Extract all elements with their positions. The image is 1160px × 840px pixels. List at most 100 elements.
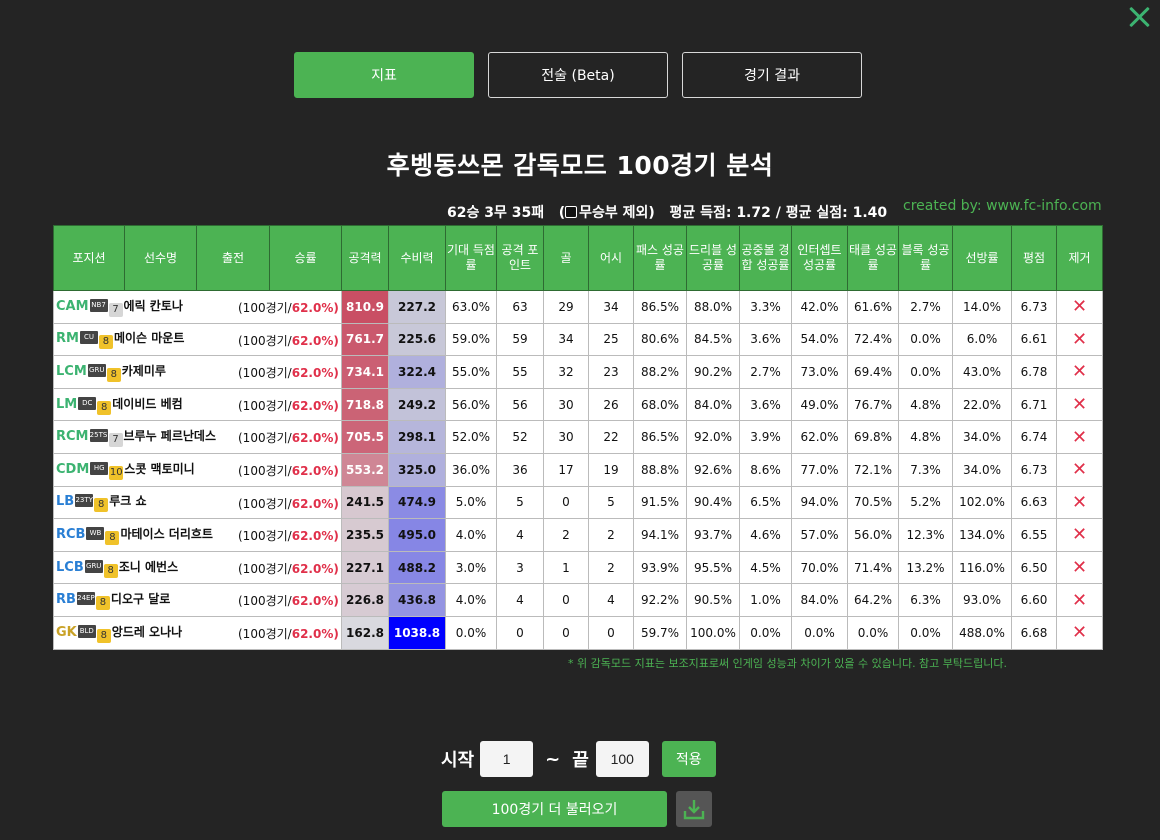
games-winrate: (100경기/62.0%): [238, 299, 339, 316]
attack-cell: 553.2: [341, 452, 389, 487]
player-info-cell[interactable]: LCM GRU 8 카제미루 (100경기/62.0%): [53, 355, 342, 389]
player-info-cell[interactable]: CDM HG 10 스콧 맥토미니 (100경기/62.0%): [53, 452, 342, 487]
download-button[interactable]: [676, 791, 712, 827]
tab-match-results[interactable]: 경기 결과: [682, 52, 862, 98]
games-winrate: (100경기/62.0%): [238, 527, 339, 544]
intercept-cell: 42.0%: [791, 290, 848, 324]
intercept-cell: 57.0%: [791, 518, 848, 552]
goals-cell: 2: [543, 518, 589, 552]
save-cell: 34.0%: [952, 420, 1012, 454]
assists-cell: 34: [588, 290, 634, 324]
remove-cell: ✕: [1056, 387, 1103, 422]
player-info-cell[interactable]: RM CU 8 메이슨 마운트 (100경기/62.0%): [53, 322, 342, 357]
tab-tactics[interactable]: 전술 (Beta): [488, 52, 668, 98]
rating-cell: 6.61: [1011, 322, 1057, 357]
remove-icon[interactable]: ✕: [1072, 329, 1087, 350]
close-icon[interactable]: [1126, 4, 1152, 30]
games-count: (100경기/: [238, 366, 292, 381]
player-info-cell[interactable]: LM DC 8 데이비드 베컴 (100경기/62.0%): [53, 387, 342, 422]
games-winrate: (100경기/62.0%): [238, 625, 339, 642]
player-name: 스콧 맥토미니: [124, 461, 195, 476]
rating-cell: 6.71: [1011, 387, 1057, 422]
col-header: 공격력: [341, 225, 389, 291]
end-input[interactable]: [595, 741, 649, 777]
games-winrate: (100경기/62.0%): [238, 560, 339, 577]
enhance-level-badge: 8: [97, 400, 112, 415]
defense-cell: 298.1: [388, 420, 446, 454]
player-name: 디오구 달로: [110, 592, 171, 607]
game-range-controls: 시작 ~ 끝 적용: [441, 741, 716, 777]
assists-cell: 4: [588, 583, 634, 617]
credit-link[interactable]: created by: www.fc-info.com: [903, 198, 1102, 214]
rating-cell: 6.73: [1011, 452, 1057, 487]
dribble-cell: 88.0%: [686, 290, 740, 324]
remove-icon[interactable]: ✕: [1072, 427, 1087, 448]
ap-cell: 5: [496, 485, 544, 520]
apply-button[interactable]: 적용: [661, 741, 716, 777]
position-label: RB: [56, 592, 76, 608]
ap-cell: 3: [496, 550, 544, 585]
attack-cell: 227.1: [341, 550, 389, 585]
remove-icon[interactable]: ✕: [1072, 492, 1087, 513]
pass-cell: 68.0%: [633, 387, 687, 422]
player-info-cell[interactable]: GK BLD 8 앙드레 오나나 (100경기/62.0%): [53, 615, 342, 650]
player-info-cell[interactable]: RCM25TS 7 브루누 페르난데스 (100경기/62.0%): [53, 420, 342, 454]
season-badge-icon: 25TS: [89, 429, 108, 443]
remove-icon[interactable]: ✕: [1072, 296, 1087, 317]
save-cell: 102.0%: [952, 485, 1012, 520]
intercept-cell: 84.0%: [791, 583, 848, 617]
remove-icon[interactable]: ✕: [1072, 557, 1087, 578]
col-header: 드리블 성공률: [686, 225, 740, 291]
checkbox-icon: [565, 206, 578, 218]
assists-cell: 22: [588, 420, 634, 454]
remove-icon[interactable]: ✕: [1072, 459, 1087, 480]
games-winrate: (100경기/62.0%): [238, 397, 339, 414]
games-count: (100경기/: [238, 496, 292, 511]
season-badge-icon: GRU: [87, 363, 106, 377]
remove-cell: ✕: [1056, 420, 1103, 454]
dribble-cell: 90.2%: [686, 355, 740, 389]
dribble-cell: 95.5%: [686, 550, 740, 585]
col-header: 골: [543, 225, 589, 291]
attack-cell: 241.5: [341, 485, 389, 520]
position-label: CAM: [56, 298, 89, 314]
ap-cell: 36: [496, 452, 544, 487]
games-count: (100경기/: [238, 594, 292, 609]
save-cell: 93.0%: [952, 583, 1012, 617]
remove-icon[interactable]: ✕: [1072, 394, 1087, 415]
col-header: 태클 성공률: [847, 225, 899, 291]
remove-icon[interactable]: ✕: [1072, 361, 1087, 382]
download-icon: [683, 800, 705, 820]
col-header: 어시: [588, 225, 634, 291]
col-header: 포지션: [53, 225, 125, 291]
ap-cell: 56: [496, 387, 544, 422]
goals-cell: 1: [543, 550, 589, 585]
remove-icon[interactable]: ✕: [1072, 524, 1087, 545]
rating-cell: 6.68: [1011, 615, 1057, 650]
block-cell: 2.7%: [898, 290, 953, 324]
player-info-cell[interactable]: RB24EP 8 디오구 달로 (100경기/62.0%): [53, 583, 342, 617]
enhance-level-badge: 7: [108, 433, 123, 448]
player-info-cell[interactable]: LCB GRU 8 조니 에번스 (100경기/62.0%): [53, 550, 342, 585]
pass-cell: 91.5%: [633, 485, 687, 520]
defense-cell: 495.0: [388, 518, 446, 552]
pass-cell: 88.8%: [633, 452, 687, 487]
games-count: (100경기/: [238, 529, 292, 544]
player-info-cell[interactable]: LB23TY 8 루크 쇼 (100경기/62.0%): [53, 485, 342, 520]
start-input[interactable]: [480, 741, 534, 777]
remove-icon[interactable]: ✕: [1072, 622, 1087, 643]
load-more-button[interactable]: 100경기 더 불러오기: [442, 791, 667, 827]
xg-cell: 4.0%: [445, 518, 497, 552]
remove-icon[interactable]: ✕: [1072, 590, 1087, 611]
tackle-cell: 61.6%: [847, 290, 899, 324]
games-winrate: (100경기/62.0%): [238, 332, 339, 349]
position-label: RM: [56, 331, 79, 347]
goals-cell: 34: [543, 322, 589, 357]
season-badge-icon: DC: [78, 396, 97, 410]
pass-cell: 92.2%: [633, 583, 687, 617]
win-rate: 62.0%): [291, 463, 339, 478]
player-info-cell[interactable]: CAM NB7 7 에릭 칸토나 (100경기/62.0%): [53, 290, 342, 324]
assists-cell: 23: [588, 355, 634, 389]
tab-metrics[interactable]: 지표: [294, 52, 474, 98]
player-info-cell[interactable]: RCB WB 8 마테이스 더리흐트 (100경기/62.0%): [53, 518, 342, 552]
